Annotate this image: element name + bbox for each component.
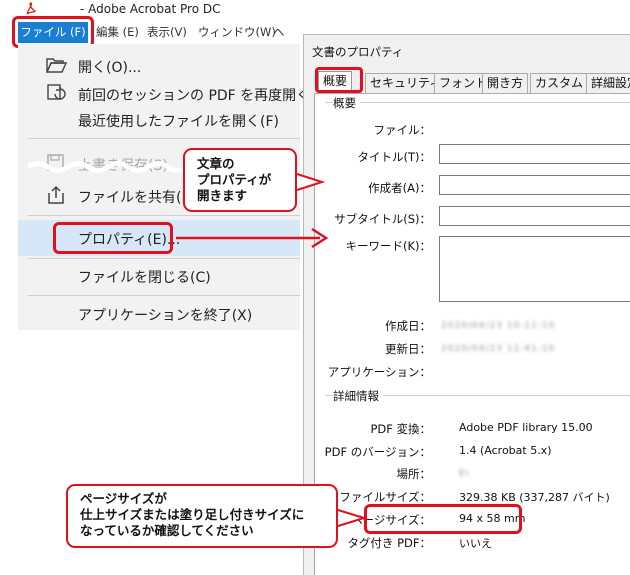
annotation-arrows — [176, 173, 368, 527]
